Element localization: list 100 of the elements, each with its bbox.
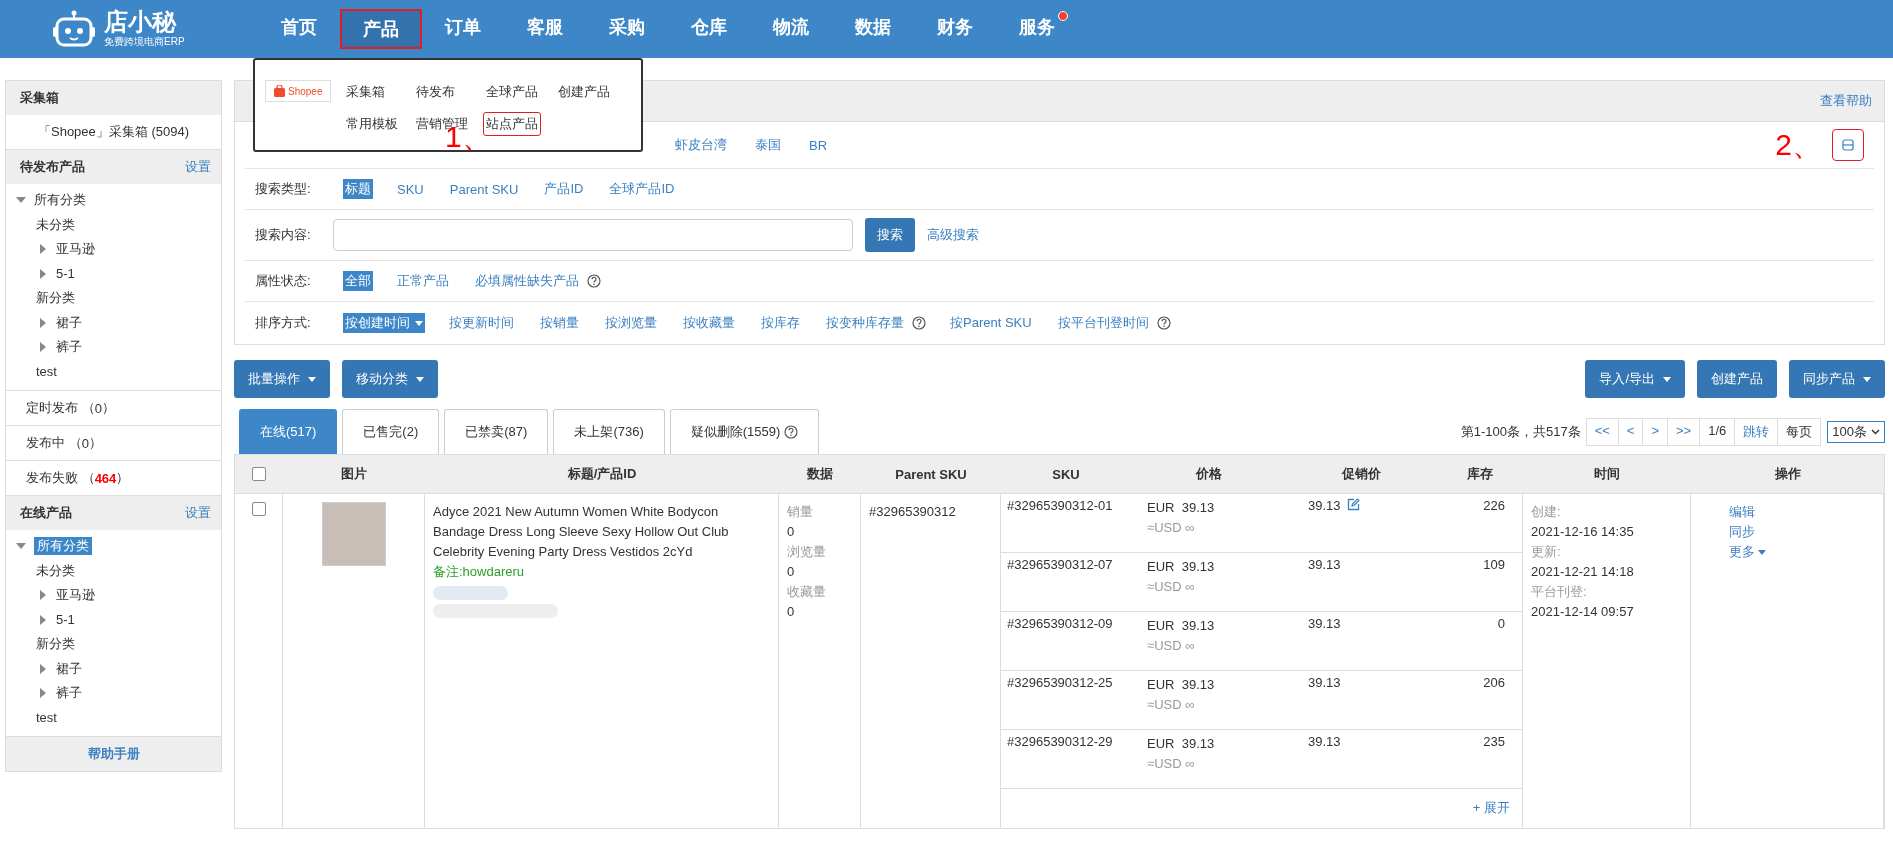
toolbar-button[interactable]: 移动分类: [342, 360, 438, 398]
help-icon[interactable]: [912, 316, 926, 330]
tree-toggle-icon[interactable]: [38, 663, 48, 674]
search-button[interactable]: 搜索: [865, 218, 915, 252]
category-item[interactable]: test: [36, 710, 57, 726]
toolbar-button[interactable]: 同步产品: [1789, 360, 1885, 398]
toolbar-button[interactable]: 批量操作: [234, 360, 330, 398]
category-item[interactable]: 未分类: [36, 215, 75, 234]
category-item[interactable]: 裙子: [56, 313, 82, 332]
category-item[interactable]: 亚马逊: [56, 240, 95, 259]
filter-option[interactable]: 按Parent SKU: [948, 313, 1034, 333]
page-button[interactable]: >>: [1667, 417, 1701, 446]
product-title[interactable]: Adyce 2021 New Autumn Women White Bodycon Bandage Dress Long Sleeve Sexy Hollow Out Club Celebrity Evening Party Dress Vestidos 2cYd: [433, 502, 770, 562]
menu-item[interactable]: 采集箱: [343, 80, 389, 104]
filter-option[interactable]: 按销量: [538, 313, 581, 333]
toolbar-button[interactable]: 创建产品: [1697, 360, 1777, 398]
status-tab[interactable]: 已售完(2): [342, 409, 440, 454]
page-button[interactable]: <: [1617, 417, 1644, 446]
sidebar-item[interactable]: 发布中 （0）: [6, 426, 221, 461]
status-tab[interactable]: 在线(517): [239, 409, 338, 454]
category-item[interactable]: 裤子: [56, 684, 82, 703]
nav-item[interactable]: 财务: [914, 9, 996, 49]
category-item[interactable]: 新分类: [36, 289, 75, 308]
filter-option[interactable]: 全球产品ID: [607, 179, 677, 199]
site-filter-link[interactable]: 虾皮台湾: [675, 136, 727, 154]
status-tab[interactable]: 已禁卖(87): [444, 409, 549, 454]
tree-toggle-icon[interactable]: [38, 268, 48, 279]
nav-item[interactable]: 首页: [258, 9, 340, 49]
filter-option[interactable]: 按更新时间: [447, 313, 516, 333]
jump-button[interactable]: 跳转: [1734, 417, 1779, 446]
tree-toggle-icon[interactable]: [38, 614, 48, 625]
category-item[interactable]: 所有分类: [34, 191, 86, 210]
settings-link[interactable]: 设置: [185, 504, 211, 522]
help-manual-link[interactable]: 帮助手册: [6, 737, 221, 771]
filter-option[interactable]: 产品ID: [542, 179, 586, 199]
nav-item[interactable]: 服务: [996, 9, 1078, 49]
photo-placeholder: [321, 502, 386, 566]
edit-icon[interactable]: [1346, 498, 1360, 511]
toolbar-button[interactable]: 导入/导出: [1585, 360, 1685, 398]
menu-item[interactable]: 创建产品: [555, 80, 614, 104]
category-item[interactable]: 未分类: [36, 561, 75, 580]
category-item[interactable]: 新分类: [36, 635, 75, 654]
filter-option[interactable]: 必填属性缺失产品: [473, 271, 581, 291]
help-icon[interactable]: [1156, 316, 1171, 330]
filter-option[interactable]: 按收藏量: [681, 313, 737, 333]
filter-option[interactable]: 正常产品: [395, 271, 451, 291]
category-item[interactable]: 裙子: [56, 659, 82, 678]
filter-option[interactable]: 标题: [343, 179, 373, 199]
help-icon[interactable]: [587, 274, 601, 288]
menu-item[interactable]: 待发布: [413, 80, 459, 104]
checkbox[interactable]: [252, 467, 266, 481]
advanced-search-link[interactable]: 高级搜索: [927, 226, 979, 244]
site-filter-link[interactable]: BR: [809, 137, 828, 153]
status-tab[interactable]: 未上架(736): [553, 409, 665, 454]
checkbox[interactable]: [251, 502, 266, 516]
per-page-select[interactable]: 100条: [1827, 420, 1885, 443]
nav-item[interactable]: 客服: [504, 9, 586, 49]
filter-option[interactable]: SKU: [395, 180, 426, 198]
filter-option[interactable]: 按库存: [759, 313, 802, 333]
category-item[interactable]: 所有分类: [34, 537, 92, 556]
category-item[interactable]: 裤子: [56, 338, 82, 357]
expand-link[interactable]: + 展开: [1472, 799, 1510, 817]
nav-item[interactable]: 数据: [832, 9, 914, 49]
collapse-toggle-button[interactable]: [1832, 129, 1864, 161]
nav-item[interactable]: 产品: [340, 9, 422, 49]
filter-option[interactable]: 按创建时间: [343, 313, 425, 333]
filter-option[interactable]: 按变种库存量: [824, 313, 906, 333]
nav-item[interactable]: 订单: [422, 9, 504, 49]
tree-toggle-icon[interactable]: [38, 688, 48, 699]
site-filter-link[interactable]: 泰国: [755, 136, 781, 154]
page-button[interactable]: <<: [1585, 417, 1619, 446]
help-link[interactable]: 查看帮助: [1820, 92, 1872, 110]
action-link[interactable]: 同步: [1699, 522, 1875, 542]
tree-toggle-icon[interactable]: [38, 317, 48, 328]
category-item[interactable]: 5-1: [56, 266, 75, 282]
stock-text: 226: [1482, 498, 1506, 515]
category-item[interactable]: 5-1: [56, 612, 75, 628]
tree-toggle-icon[interactable]: [38, 244, 48, 255]
sidebar-item[interactable]: 定时发布 （0）: [6, 391, 221, 426]
category-item[interactable]: 亚马逊: [56, 586, 95, 605]
filter-option[interactable]: Parent SKU: [447, 180, 521, 198]
tree-toggle-icon[interactable]: [38, 590, 48, 601]
page-button[interactable]: >: [1642, 417, 1669, 446]
filter-option[interactable]: 全部: [343, 271, 373, 291]
search-input[interactable]: [333, 219, 853, 251]
menu-item[interactable]: 常用模板: [343, 112, 402, 136]
action-link[interactable]: 更多: [1699, 542, 1875, 562]
nav-item[interactable]: 采购: [586, 9, 668, 49]
tree-toggle-icon[interactable]: [38, 342, 48, 353]
status-tab[interactable]: 疑似删除(1559): [669, 409, 820, 454]
menu-item[interactable]: 站点产品: [483, 112, 542, 136]
category-item[interactable]: test: [36, 364, 57, 380]
filter-option[interactable]: 按浏览量: [603, 313, 659, 333]
nav-item[interactable]: 物流: [750, 9, 832, 49]
filter-option[interactable]: 按平台刊登时间: [1055, 313, 1151, 333]
menu-item[interactable]: 全球产品: [483, 80, 542, 104]
price-text: EUR 39.13: [1147, 676, 1216, 694]
nav-item[interactable]: 仓库: [668, 9, 750, 49]
action-link[interactable]: 编辑: [1699, 502, 1875, 522]
settings-link[interactable]: 设置: [185, 158, 211, 176]
